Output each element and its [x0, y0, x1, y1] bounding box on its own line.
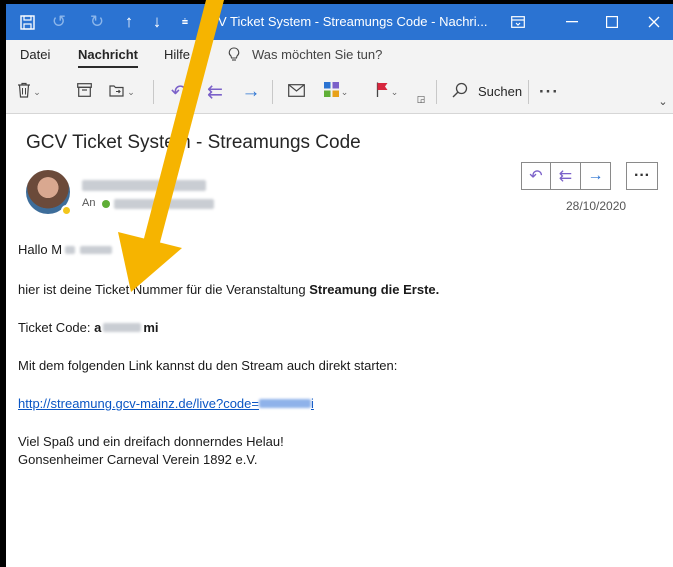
menu-bar: Datei Nachricht Hilfe Was möchten Sie tu… [6, 40, 673, 70]
minimize-icon[interactable] [558, 4, 586, 40]
presence-available-icon [102, 200, 110, 208]
header-reply-button[interactable]: ↶ [521, 162, 551, 190]
more-options-button[interactable]: ··· [536, 78, 562, 106]
reply-all-icon: ⇇ [558, 168, 573, 185]
signature-line: Gonsenheimer Carneval Verein 1892 e.V. [18, 452, 258, 467]
forward-icon: → [241, 81, 261, 102]
header-more-button[interactable]: ··· [626, 162, 658, 190]
next-item-icon[interactable]: ↓ [146, 4, 168, 40]
reply-icon: ↶ [529, 168, 543, 185]
header-reply-all-button[interactable]: ⇇ [551, 162, 581, 190]
forward-icon: → [587, 167, 604, 184]
chevron-down-icon: ⌄ [390, 86, 399, 97]
stream-link[interactable]: http://streamung.gcv-mainz.de/live?code=… [18, 396, 314, 411]
move-to-folder-icon [109, 82, 125, 102]
redo-icon[interactable]: ↻ [86, 4, 108, 40]
reply-all-icon: ⇇ [207, 81, 223, 103]
title-bar: ↺ ↻ ↑ ↓ ⩧ V Ticket System - Streamungs C… [6, 4, 673, 40]
chevron-down-icon: ⌄ [33, 86, 41, 97]
archive-icon [76, 82, 92, 102]
ribbon-toolbar: ⌄ ⌄ ↶ ⇇ → ⌄ ⌄ ◲ Suchen ··· ⌄ [6, 70, 673, 114]
search-button[interactable] [446, 78, 474, 106]
save-icon[interactable] [16, 4, 38, 40]
follow-up-button[interactable]: ⌄ [370, 78, 404, 106]
menu-datei[interactable]: Datei [20, 40, 50, 70]
redacted-text [65, 246, 76, 254]
redacted-text [80, 246, 113, 254]
lightbulb-icon [228, 40, 244, 70]
move-button[interactable]: ⌄ [104, 78, 140, 106]
reply-all-button[interactable]: ⇇ [200, 78, 230, 106]
recipient-redacted [114, 199, 214, 209]
greeting-line: Hallo M [18, 242, 113, 258]
categories-icon [323, 82, 339, 102]
avatar-status-badge [61, 205, 72, 216]
maximize-icon[interactable] [598, 4, 626, 40]
reply-button[interactable]: ↶ [166, 78, 192, 106]
archive-button[interactable] [72, 78, 96, 106]
search-icon [452, 82, 468, 103]
trash-icon [17, 82, 31, 103]
ribbon-separator [436, 80, 437, 104]
dialog-launcher-icon[interactable]: ◲ [414, 92, 428, 106]
search-label[interactable]: Suchen [478, 78, 522, 106]
window-title: V Ticket System - Streamungs Code - Nach… [218, 14, 488, 29]
link-intro-line: Mit dem folgenden Link kannst du den Str… [18, 358, 398, 373]
flag-icon [376, 82, 389, 102]
sender-name-redacted [82, 180, 206, 191]
forward-button[interactable]: → [238, 78, 264, 106]
undo-icon[interactable]: ↺ [48, 4, 70, 40]
menu-nachricht[interactable]: Nachricht [78, 40, 138, 70]
envelope-icon [287, 82, 305, 102]
delete-button[interactable]: ⌄ [14, 78, 44, 106]
ribbon-separator [153, 80, 154, 104]
intro-line: hier ist deine Ticket Nummer für die Ver… [18, 282, 440, 297]
ticket-code-line: Ticket Code: a mi [18, 320, 159, 335]
email-subject: GCV Ticket System - Streamungs Code [26, 132, 361, 153]
email-date: 28/10/2020 [566, 199, 627, 213]
stream-link-line: http://streamung.gcv-mainz.de/live?code=… [18, 396, 314, 412]
closing-line: Viel Spaß und ein dreifach donnerndes He… [18, 434, 284, 449]
outlook-message-window: ↺ ↻ ↑ ↓ ⩧ V Ticket System - Streamungs C… [6, 4, 673, 567]
chevron-down-icon: ⌄ [127, 86, 135, 97]
to-label: An [82, 197, 96, 209]
ribbon-display-options-icon[interactable] [506, 4, 530, 40]
redacted-ticket-code [103, 323, 142, 332]
header-forward-button[interactable]: → [581, 162, 611, 190]
ribbon-separator [528, 80, 529, 104]
previous-item-icon[interactable]: ↑ [118, 4, 140, 40]
reply-icon: ↶ [171, 81, 187, 103]
chevron-down-icon[interactable]: ⌄ [656, 94, 670, 108]
tell-me-search[interactable]: Was möchten Sie tun? [252, 40, 382, 70]
menu-hilfe[interactable]: Hilfe [164, 40, 190, 70]
chevron-down-icon: ⌄ [340, 86, 349, 97]
categorize-button[interactable]: ⌄ [320, 78, 352, 106]
close-icon[interactable] [640, 4, 668, 40]
redacted-link-code [259, 399, 311, 408]
ribbon-separator [272, 80, 273, 104]
quick-access-dropdown-icon[interactable]: ⩧ [176, 4, 194, 40]
read-unread-button[interactable] [282, 78, 310, 106]
